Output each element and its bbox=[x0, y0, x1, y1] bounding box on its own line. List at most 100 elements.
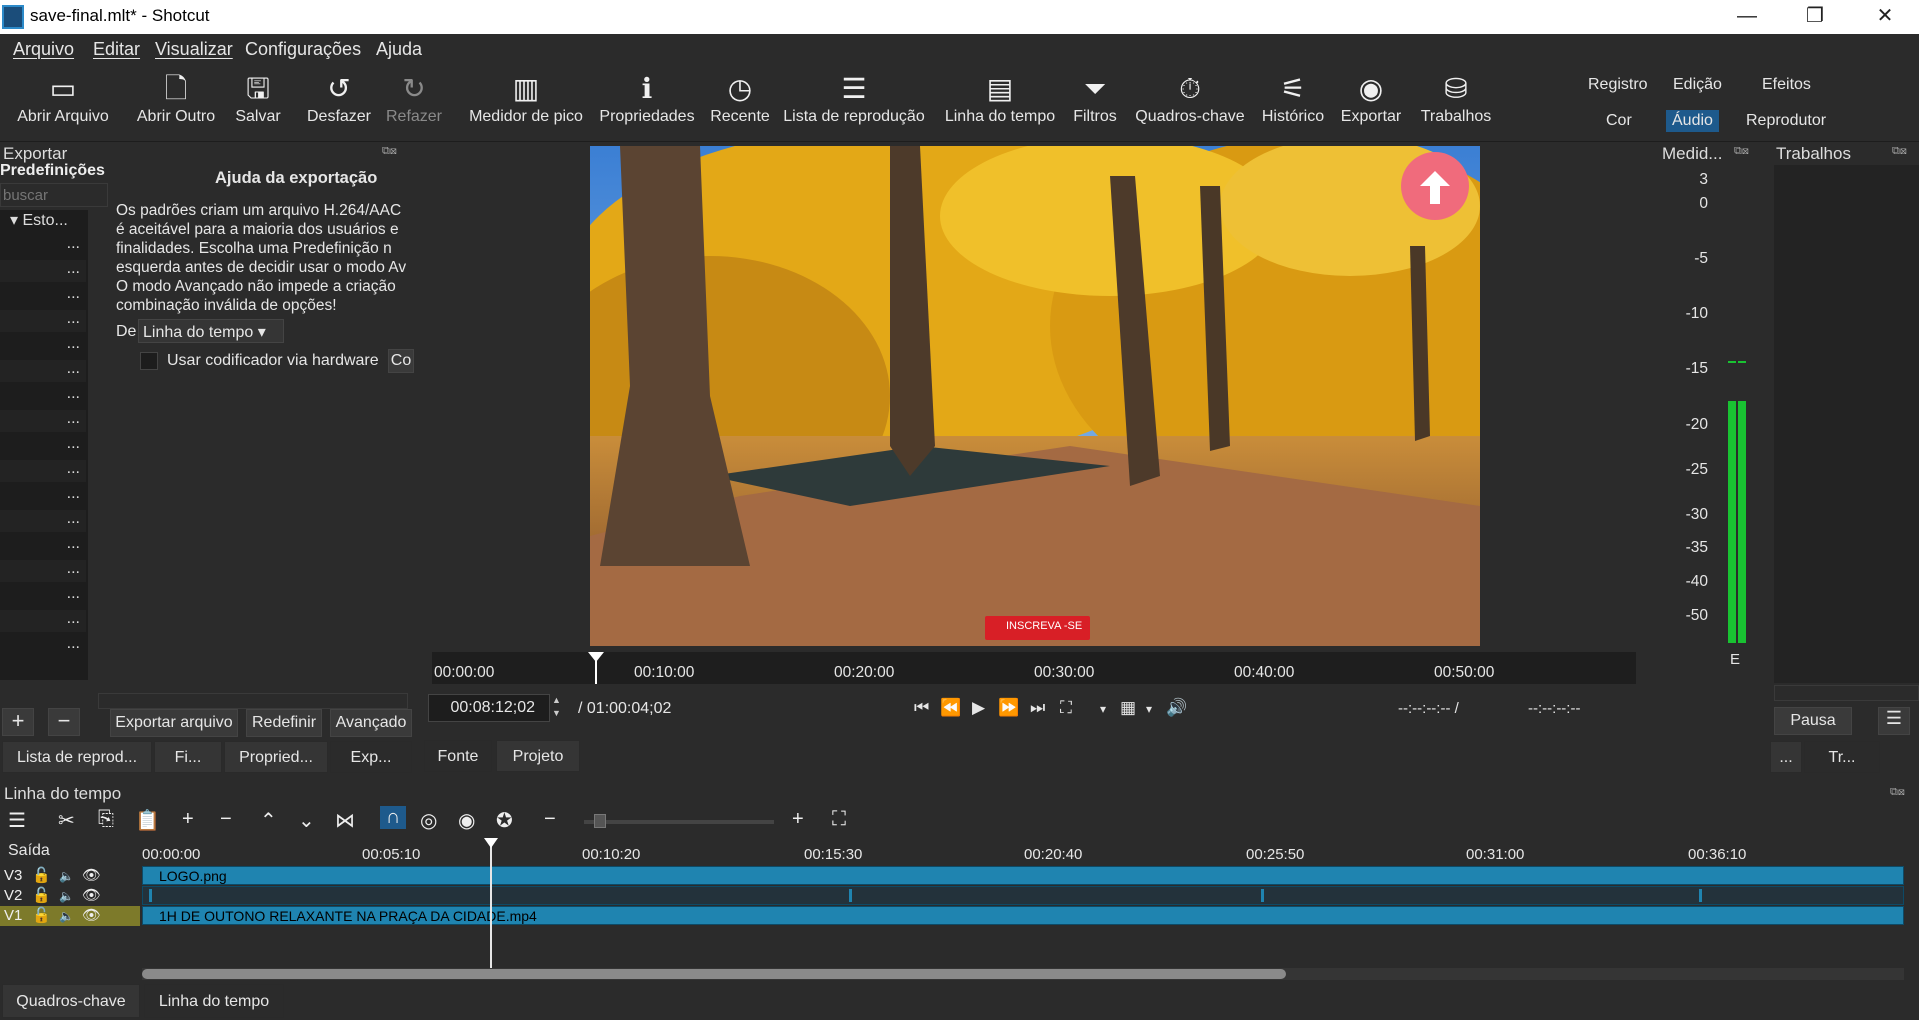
play-icon[interactable]: ▶ bbox=[972, 698, 985, 718]
tab-keyframes[interactable]: Quadros-chave bbox=[2, 984, 140, 1018]
jobs-button[interactable]: ⛁ Trabalhos bbox=[1414, 70, 1498, 138]
menu-editar[interactable]: Editar bbox=[93, 39, 140, 60]
history-button[interactable]: ⚟ Histórico bbox=[1256, 70, 1330, 138]
tab-jobs-2[interactable]: Tr... bbox=[1804, 741, 1880, 773]
hw-config-button[interactable]: Co bbox=[388, 349, 414, 373]
properties-button[interactable]: ℹ Propriedades bbox=[598, 70, 696, 138]
panel-float-close-icons[interactable]: ⧉⊠ bbox=[382, 145, 397, 158]
tab-filters[interactable]: Fi... bbox=[154, 741, 222, 773]
peak-meter-button[interactable]: ▥ Medidor de pico bbox=[466, 70, 586, 138]
preset-tree[interactable]: ▾ Esto... ... ... ... ... ... ... ... ..… bbox=[0, 210, 96, 680]
timecode-spinner-icon[interactable]: ▲ ▼ bbox=[552, 694, 561, 720]
playhead-handle-icon[interactable] bbox=[588, 652, 604, 662]
mute-icon[interactable]: 🔈 bbox=[51, 889, 74, 903]
append-icon[interactable]: + bbox=[182, 808, 194, 831]
zoom-slider[interactable] bbox=[584, 820, 774, 824]
list-item[interactable]: ... bbox=[0, 360, 86, 382]
track-header-v3[interactable]: V3 🔓 🔈 👁 bbox=[0, 866, 140, 886]
list-item[interactable]: ... bbox=[0, 335, 86, 357]
overwrite-icon[interactable]: ⌄ bbox=[298, 808, 315, 833]
maximize-button[interactable]: ❐ bbox=[1780, 0, 1850, 34]
zoom-in-icon[interactable]: + bbox=[792, 808, 804, 831]
eye-icon[interactable]: 👁 bbox=[74, 867, 101, 884]
list-item[interactable]: ... bbox=[0, 535, 86, 557]
tab-properties[interactable]: Propried... bbox=[224, 741, 328, 773]
list-item[interactable]: ... bbox=[0, 635, 86, 657]
pause-button[interactable]: Pausa bbox=[1774, 707, 1852, 735]
list-item[interactable]: ... bbox=[0, 510, 86, 532]
grid-icon[interactable]: ▦ bbox=[1120, 698, 1136, 718]
rewind-icon[interactable]: ⏪ bbox=[940, 698, 961, 718]
split-icon[interactable]: ⋈ bbox=[335, 808, 355, 833]
track-header-v1[interactable]: V1 🔓 🔈 👁 bbox=[0, 906, 140, 926]
layout-registro[interactable]: Registro bbox=[1588, 76, 1648, 94]
video-preview[interactable]: INSCREVA -SE bbox=[590, 146, 1480, 646]
tab-export[interactable]: Exp... bbox=[330, 741, 412, 773]
mute-icon[interactable]: 🔈 bbox=[51, 909, 74, 923]
fast-forward-icon[interactable]: ⏩ bbox=[998, 698, 1019, 718]
snap-icon[interactable]: ∩ bbox=[380, 806, 407, 829]
redo-button[interactable]: ↻ Refazer bbox=[384, 70, 444, 138]
mute-icon[interactable]: 🔈 bbox=[51, 869, 74, 883]
recent-button[interactable]: ◷ Recente bbox=[710, 70, 770, 138]
layout-edicao[interactable]: Edição bbox=[1673, 76, 1722, 94]
keyframes-button[interactable]: ⏱ Quadros-chave bbox=[1132, 70, 1248, 138]
save-button[interactable]: 🖫 Salvar bbox=[230, 70, 286, 138]
preset-search-input[interactable] bbox=[0, 183, 108, 207]
list-item[interactable]: ... bbox=[0, 260, 86, 282]
advanced-button[interactable]: Avançado bbox=[330, 709, 412, 737]
minimize-button[interactable]: — bbox=[1712, 0, 1782, 34]
zoom-out-icon[interactable]: − bbox=[544, 808, 556, 831]
reset-button[interactable]: Redefinir bbox=[246, 709, 322, 737]
tab-project[interactable]: Projeto bbox=[496, 740, 580, 772]
cut-icon[interactable]: ✂ bbox=[58, 808, 75, 833]
undo-button[interactable]: ↺ Desfazer bbox=[302, 70, 376, 138]
zoom-slider-handle[interactable] bbox=[594, 814, 606, 828]
clip-video[interactable]: 1H DE OUTONO RELAXANTE NA PRAÇA DA CIDAD… bbox=[142, 906, 1904, 925]
lock-icon[interactable]: 🔓 bbox=[22, 907, 51, 924]
from-select[interactable]: Linha do tempo ▾ bbox=[138, 319, 284, 343]
layout-cor[interactable]: Cor bbox=[1606, 112, 1632, 130]
close-button[interactable]: ✕ bbox=[1850, 0, 1919, 34]
tab-playlist[interactable]: Lista de reprod... bbox=[2, 741, 152, 773]
tab-source[interactable]: Fonte bbox=[424, 740, 492, 772]
scrub-icon[interactable]: ◎ bbox=[420, 808, 437, 833]
panel-float-close-icons[interactable]: ⧉⊠ bbox=[1890, 786, 1905, 799]
export-button[interactable]: ◉ Exportar bbox=[1338, 70, 1404, 138]
timeline-ruler[interactable]: 00:00:00 00:05:10 00:10:20 00:15:30 00:2… bbox=[140, 838, 1919, 864]
timecode-input[interactable]: 00:08:12;02 bbox=[428, 694, 550, 722]
volume-icon[interactable]: 🔊 bbox=[1166, 698, 1187, 718]
menu-configuracoes[interactable]: Configurações bbox=[245, 39, 361, 60]
list-item[interactable]: ... bbox=[0, 610, 86, 632]
panel-float-close-icons[interactable]: ⧉⊠ bbox=[1892, 145, 1907, 158]
skip-previous-icon[interactable]: ⏮ bbox=[914, 698, 929, 718]
lock-icon[interactable]: 🔓 bbox=[22, 867, 51, 884]
timeline-menu-icon[interactable]: ☰ bbox=[8, 808, 26, 833]
list-item[interactable]: ... bbox=[0, 585, 86, 607]
zoom-dropdown-icon[interactable]: ▾ bbox=[1100, 702, 1106, 716]
player-ruler[interactable]: 00:00:00 00:10:00 00:20:00 00:30:00 00:4… bbox=[432, 652, 1636, 684]
paste-icon[interactable]: 📋 bbox=[135, 808, 160, 833]
clip-v2[interactable] bbox=[142, 886, 1904, 905]
jobs-list[interactable] bbox=[1774, 165, 1919, 683]
eye-icon[interactable]: 👁 bbox=[74, 907, 101, 924]
layout-audio[interactable]: Áudio bbox=[1666, 110, 1719, 132]
help-horizontal-scrollbar[interactable] bbox=[98, 693, 408, 709]
list-item[interactable]: ... bbox=[0, 410, 86, 432]
lift-icon[interactable]: ⌃ bbox=[260, 808, 277, 833]
copy-icon[interactable]: ⎘ bbox=[98, 808, 114, 831]
skip-next-icon[interactable]: ⏭ bbox=[1030, 698, 1045, 718]
tab-timeline[interactable]: Linha do tempo bbox=[144, 984, 284, 1018]
remove-icon[interactable]: − bbox=[220, 808, 232, 831]
lock-icon[interactable]: 🔓 bbox=[22, 887, 51, 904]
list-item[interactable]: ... bbox=[0, 460, 86, 482]
export-file-button[interactable]: Exportar arquivo bbox=[110, 709, 238, 737]
add-preset-button[interactable]: + bbox=[2, 708, 34, 736]
tree-scrollbar[interactable] bbox=[88, 210, 96, 680]
list-item[interactable]: ... bbox=[0, 310, 86, 332]
menu-visualizar[interactable]: Visualizar bbox=[155, 39, 233, 60]
timeline-playhead-handle-icon[interactable] bbox=[484, 838, 498, 848]
tree-root[interactable]: ▾ Esto... bbox=[0, 210, 86, 232]
jobs-menu-icon[interactable]: ☰ bbox=[1878, 707, 1910, 735]
list-item[interactable]: ... bbox=[0, 385, 86, 407]
